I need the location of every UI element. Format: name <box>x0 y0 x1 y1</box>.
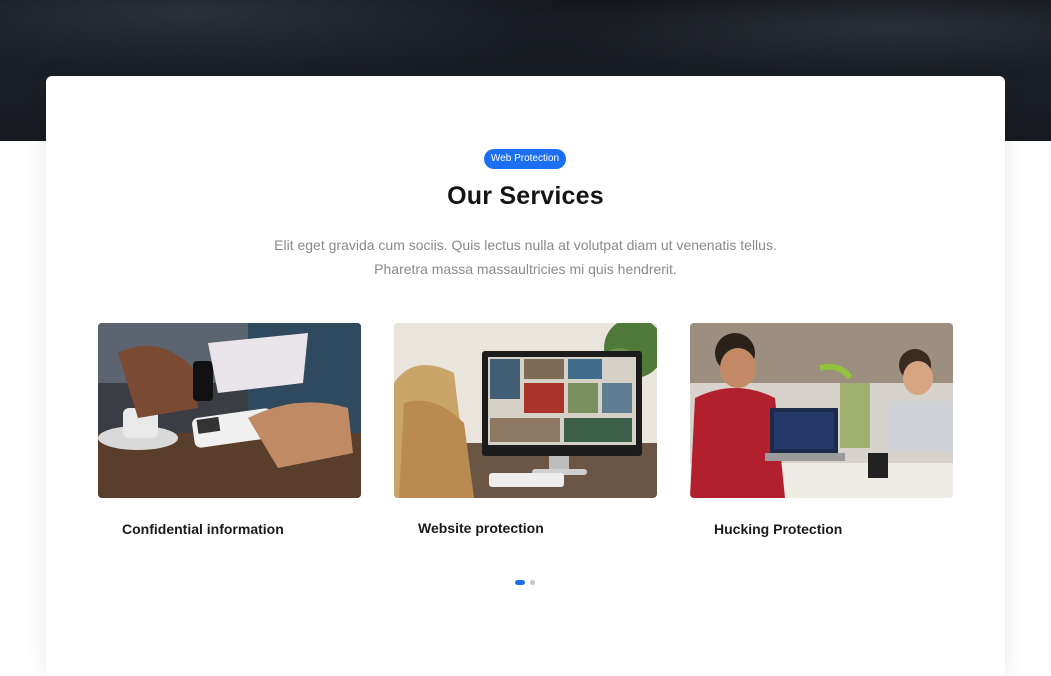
section-title: Our Services <box>447 182 604 210</box>
carousel-dot[interactable] <box>530 580 535 585</box>
carousel-dot-active[interactable] <box>515 580 525 585</box>
subtitle-line-2: Pharetra massa massaultricies mi quis he… <box>374 261 677 277</box>
section-badge: Web Protection <box>484 149 566 169</box>
service-card-confidential[interactable]: Confidential information <box>98 323 361 537</box>
payment-terminal-photo <box>98 323 361 498</box>
service-card-hucking[interactable]: Hucking Protection <box>690 323 953 537</box>
service-label[interactable]: Website protection <box>418 520 544 536</box>
people-with-laptops-photo <box>690 323 953 498</box>
service-label[interactable]: Confidential information <box>122 521 284 537</box>
service-card-website[interactable]: Website protection <box>394 323 657 536</box>
service-label[interactable]: Hucking Protection <box>714 521 842 537</box>
computer-monitor-photo <box>394 323 657 498</box>
section-subtitle: Elit eget gravida cum sociis. Quis lectu… <box>46 233 1005 281</box>
subtitle-line-1: Elit eget gravida cum sociis. Quis lectu… <box>274 237 777 253</box>
services-card: Web Protection Our Services Elit eget gr… <box>46 76 1005 676</box>
